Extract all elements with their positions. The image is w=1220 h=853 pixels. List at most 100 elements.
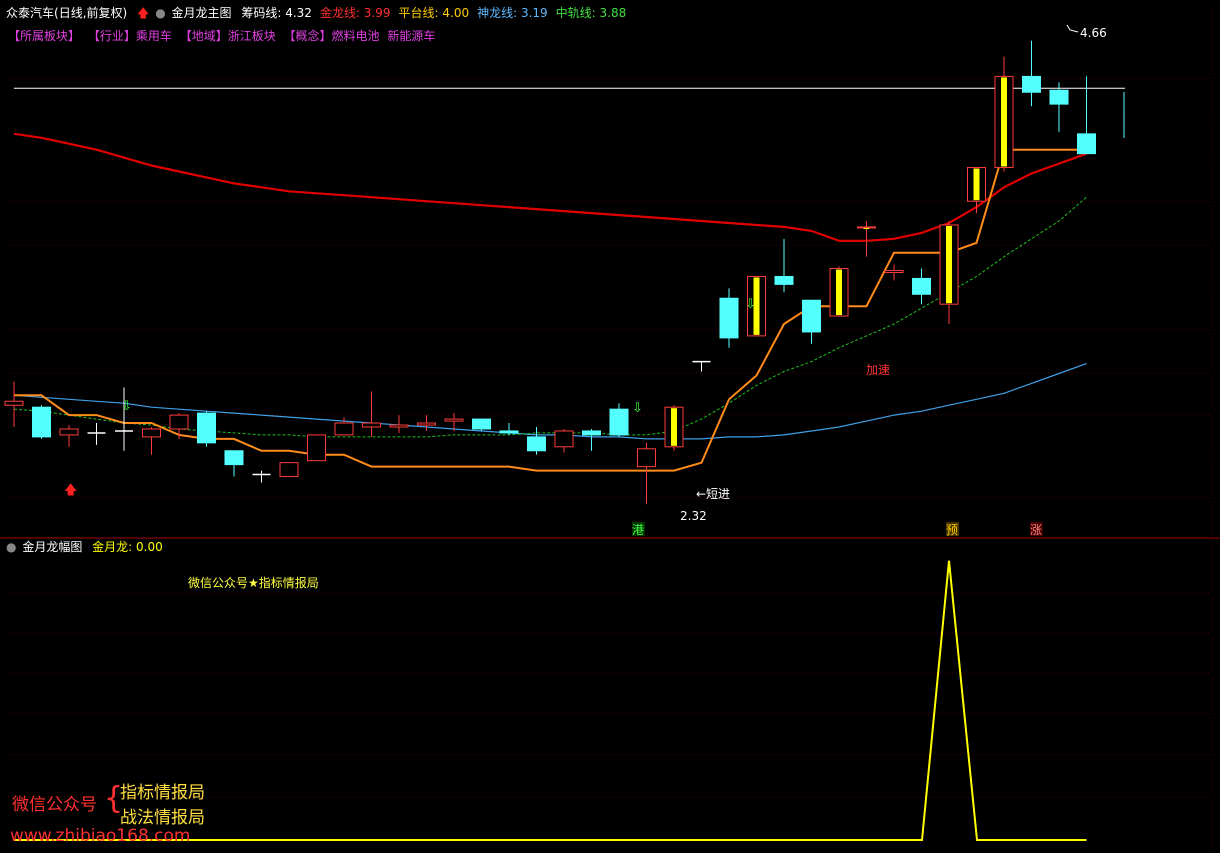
candle-body <box>169 414 189 430</box>
candle <box>87 423 106 445</box>
candle <box>967 167 986 214</box>
dropdown-icon[interactable]: ● <box>155 6 165 20</box>
tag-gang: 港 <box>632 523 644 537</box>
indicator-value-1: 金龙线: 3.99 <box>319 6 391 20</box>
high-label: 4.66 <box>1080 26 1107 40</box>
indicator-value-2: 平台线: 4.00 <box>398 6 470 20</box>
candle <box>307 434 326 462</box>
board-item[interactable]: 【行业】乘用车 <box>88 29 172 43</box>
candle-body <box>554 430 574 448</box>
low-label: 2.32 <box>680 509 707 523</box>
candle <box>472 418 491 431</box>
upper-header: 众泰汽车(日线,前复权) 🡅 ● 金月龙主图 筹码线: 4.32 金龙线: 3.9… <box>6 5 640 21</box>
candle <box>939 221 959 324</box>
candle-body <box>1049 89 1069 105</box>
gold-bar <box>863 227 870 229</box>
candle <box>252 470 271 483</box>
indicator-name: 金月龙主图 <box>171 6 232 20</box>
high-pointer <box>1066 24 1079 33</box>
jinlong-line <box>13 132 1087 242</box>
tag-zhang: 涨 <box>1030 522 1042 537</box>
candle-body <box>279 462 299 478</box>
board-list: 【所属板块】 【行业】乘用车 【地域】浙江板块 【概念】燃料电池 新能源车 <box>8 27 439 44</box>
accel-label: 加速 <box>866 363 890 377</box>
board-item[interactable]: 【概念】燃料电池 <box>284 29 380 43</box>
candle-body <box>527 436 546 452</box>
indicator-value-4: 中轨线: 3.88 <box>555 6 627 20</box>
board-item[interactable]: 【所属板块】 <box>8 29 80 43</box>
candle <box>609 403 629 437</box>
down-arrow-icon: ⇩ <box>632 401 643 416</box>
indicator-value-3: 神龙线: 3.19 <box>477 6 548 20</box>
candle <box>59 425 79 447</box>
candle <box>197 411 216 447</box>
candle-body <box>59 428 79 436</box>
candle <box>527 427 546 455</box>
candle-body <box>362 422 381 428</box>
candle-body <box>912 277 931 295</box>
gold-bar <box>946 225 952 304</box>
candle-body <box>499 430 519 434</box>
gold-bar <box>1001 77 1007 167</box>
candle-body <box>719 297 739 339</box>
candle <box>142 427 161 455</box>
candle <box>912 268 931 305</box>
candle-body <box>444 418 464 422</box>
candle <box>637 442 656 505</box>
candle <box>417 415 436 431</box>
candle <box>499 423 519 435</box>
candle <box>334 417 354 436</box>
board-item[interactable]: 【地域】浙江板块 <box>180 29 276 43</box>
indicator-values: 筹码线: 4.32 金龙线: 3.99 平台线: 4.00 神龙线: 3.19 中轨线:… <box>241 6 634 20</box>
candle <box>32 405 51 439</box>
candle <box>802 299 821 344</box>
stock-name: 众泰汽车 <box>6 6 55 20</box>
candle-body <box>1077 133 1096 155</box>
candle-body <box>224 450 244 466</box>
candle <box>719 288 739 348</box>
candle <box>1049 82 1069 132</box>
up-arrow-icon: 🡅 <box>64 483 77 498</box>
candle-body <box>472 418 491 430</box>
indicator-value-0: 筹码线: 4.32 <box>241 6 312 20</box>
down-arrow-icon: ⇩ <box>745 297 756 312</box>
candle <box>857 221 876 257</box>
candle-body <box>334 422 354 436</box>
candle-body <box>32 406 51 438</box>
watermark-left: 微信公众号 <box>12 795 97 815</box>
candle <box>362 391 381 437</box>
candle <box>224 450 244 477</box>
candle-body <box>582 430 601 436</box>
candle-body <box>637 448 656 468</box>
candle <box>279 462 299 478</box>
candle <box>554 428 574 453</box>
arrow-up-icon[interactable]: 🡅 <box>137 6 149 20</box>
gold-bar <box>836 269 842 316</box>
watermark-url: www.zhibiao168.com <box>10 826 191 846</box>
watermark-line2: 战法情报局 <box>120 808 205 828</box>
candle <box>1022 40 1041 107</box>
lower-value: 0.00 <box>136 540 163 554</box>
lower-header: ● 金月龙幅图 金月龙: 0.00 <box>6 539 169 555</box>
kline-chart[interactable]: 4.66 2.32 ←短进 加速 ⇩ ⇩ ⇩ 🡅 港 预 涨 <box>0 0 1220 853</box>
candle-body <box>609 408 629 436</box>
tag-yu: 预 <box>946 523 958 537</box>
period-label: (日线,前复权) <box>54 6 128 20</box>
gold-bar <box>671 408 677 446</box>
middle-band-line <box>13 196 1087 438</box>
lower-label: 金月龙: <box>92 540 133 554</box>
candle-body <box>197 412 216 444</box>
candle-body <box>774 275 794 285</box>
candle-body <box>1022 75 1041 93</box>
board-item[interactable]: 新能源车 <box>387 29 435 43</box>
dropdown-icon[interactable]: ● <box>6 540 16 554</box>
lower-title: 金月龙幅图 <box>22 540 83 554</box>
candle <box>774 238 794 293</box>
watermark-top: 微信公众号★指标情报局 <box>188 576 319 590</box>
candle-body <box>802 299 821 333</box>
candle-body <box>4 400 24 406</box>
entry-label: ←短进 <box>696 487 730 501</box>
candle-body <box>857 226 876 229</box>
candle <box>4 381 24 427</box>
candle <box>829 266 849 317</box>
